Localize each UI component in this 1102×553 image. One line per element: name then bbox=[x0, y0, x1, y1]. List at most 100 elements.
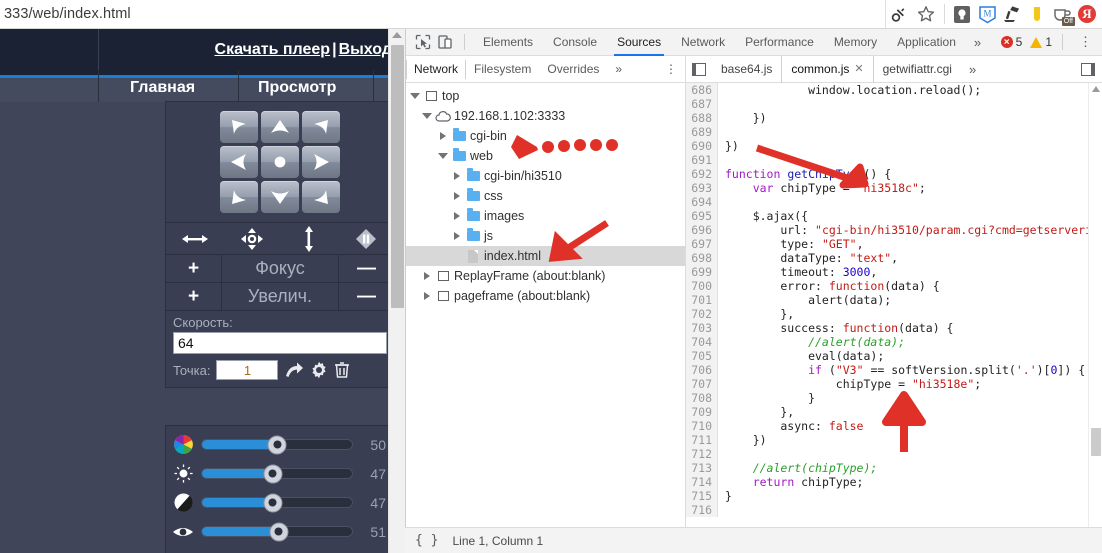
line-number[interactable]: 692 bbox=[686, 167, 718, 181]
focus-minus-button[interactable]: — bbox=[338, 255, 394, 282]
saturation-slider[interactable] bbox=[201, 526, 353, 537]
point-input[interactable] bbox=[216, 360, 278, 380]
twisty-open-icon[interactable] bbox=[420, 113, 434, 119]
page-scrollbar[interactable] bbox=[388, 29, 405, 553]
ptz-down-button[interactable] bbox=[261, 181, 299, 213]
ptz-up-right-button[interactable] bbox=[302, 111, 340, 143]
tab-performance[interactable]: Performance bbox=[735, 29, 824, 56]
line-number[interactable]: 688 bbox=[686, 111, 718, 125]
line-number[interactable]: 691 bbox=[686, 153, 718, 167]
editor-tab-base64[interactable]: base64.js bbox=[712, 56, 781, 83]
zoom-plus-button[interactable]: + bbox=[166, 283, 222, 310]
pretty-print-icon[interactable]: { } bbox=[415, 533, 438, 548]
tree-node-cgi-bin-hi3510[interactable]: cgi-bin/hi3510 bbox=[406, 166, 685, 186]
lastpass-icon[interactable] bbox=[950, 1, 974, 27]
device-toolbar-icon[interactable] bbox=[434, 31, 456, 53]
line-number[interactable]: 712 bbox=[686, 447, 718, 461]
code-vertical-scrollbar[interactable] bbox=[1088, 83, 1102, 539]
line-number[interactable]: 706 bbox=[686, 363, 718, 377]
code-vscroll-thumb[interactable] bbox=[1091, 428, 1101, 456]
line-number[interactable]: 698 bbox=[686, 251, 718, 265]
scroll-tabs-left-icon[interactable] bbox=[686, 63, 712, 76]
speed-input[interactable] bbox=[173, 332, 387, 354]
goto-arrow-icon[interactable] bbox=[284, 361, 304, 379]
vertical-scan-icon[interactable] bbox=[280, 226, 337, 252]
tab-sources[interactable]: Sources bbox=[607, 29, 671, 56]
color-slider-knob[interactable] bbox=[268, 435, 287, 454]
download-player-link[interactable]: Скачать плеер bbox=[215, 41, 331, 58]
star-icon[interactable] bbox=[913, 1, 939, 27]
nav-tab-network[interactable]: Network bbox=[406, 56, 466, 83]
ptz-right-button[interactable] bbox=[302, 146, 340, 178]
key-icon[interactable] bbox=[886, 1, 912, 27]
scroll-up-arrow-icon[interactable] bbox=[392, 32, 402, 38]
navigator-menu-icon[interactable]: ⋮ bbox=[657, 56, 685, 83]
tab-application[interactable]: Application bbox=[887, 29, 966, 56]
line-number[interactable]: 707 bbox=[686, 377, 718, 391]
line-number[interactable]: 713 bbox=[686, 461, 718, 475]
devtools-menu-icon[interactable]: ⋮ bbox=[1073, 34, 1098, 50]
ptz-up-button[interactable] bbox=[261, 111, 299, 143]
line-number[interactable]: 716 bbox=[686, 503, 718, 517]
ptz-center-button[interactable] bbox=[261, 146, 299, 178]
tree-node-js[interactable]: js bbox=[406, 226, 685, 246]
line-number[interactable]: 703 bbox=[686, 321, 718, 335]
tree-node-css[interactable]: css bbox=[406, 186, 685, 206]
line-number[interactable]: 693 bbox=[686, 181, 718, 195]
line-number[interactable]: 704 bbox=[686, 335, 718, 349]
logout-link[interactable]: Выход bbox=[339, 41, 392, 58]
tab-console[interactable]: Console bbox=[543, 29, 607, 56]
contrast-slider-knob[interactable] bbox=[263, 493, 282, 512]
ptz-down-right-button[interactable] bbox=[302, 181, 340, 213]
close-icon[interactable]: ✕ bbox=[854, 56, 863, 83]
line-number[interactable]: 687 bbox=[686, 97, 718, 111]
coffee-off-icon[interactable]: Off bbox=[1050, 1, 1074, 27]
twisty-closed-icon[interactable] bbox=[450, 212, 464, 220]
adblock-icon[interactable] bbox=[1025, 1, 1049, 27]
line-number[interactable]: 710 bbox=[686, 419, 718, 433]
twisty-closed-icon[interactable] bbox=[450, 192, 464, 200]
nav-item-home[interactable]: Главная bbox=[130, 79, 195, 97]
lamp-icon[interactable] bbox=[1000, 1, 1024, 27]
line-number[interactable]: 702 bbox=[686, 307, 718, 321]
tab-elements[interactable]: Elements bbox=[473, 29, 543, 56]
warning-count-badge[interactable]: 1 bbox=[1030, 35, 1052, 49]
color-slider[interactable] bbox=[201, 439, 353, 450]
twisty-closed-icon[interactable] bbox=[420, 272, 434, 280]
line-number[interactable]: 708 bbox=[686, 391, 718, 405]
horizontal-scan-icon[interactable] bbox=[166, 232, 223, 246]
line-number[interactable]: 705 bbox=[686, 349, 718, 363]
zoom-minus-button[interactable]: — bbox=[338, 283, 394, 310]
twisty-closed-icon[interactable] bbox=[450, 232, 464, 240]
page-scrollbar-thumb[interactable] bbox=[391, 45, 404, 308]
editor-tab-getwifiattr[interactable]: getwifiattr.cgi bbox=[874, 56, 961, 83]
twisty-open-icon[interactable] bbox=[436, 153, 450, 159]
tree-node-images[interactable]: images bbox=[406, 206, 685, 226]
editor-tab-common[interactable]: common.js ✕ bbox=[781, 56, 873, 83]
twisty-closed-icon[interactable] bbox=[420, 292, 434, 300]
auto-pan-icon[interactable] bbox=[223, 228, 280, 250]
delete-trash-icon[interactable] bbox=[334, 361, 350, 379]
tree-node-web[interactable]: web bbox=[406, 146, 685, 166]
pause-icon[interactable] bbox=[337, 228, 394, 250]
tab-network[interactable]: Network bbox=[671, 29, 735, 56]
line-number[interactable]: 696 bbox=[686, 223, 718, 237]
line-number[interactable]: 714 bbox=[686, 475, 718, 489]
nav-tab-overrides[interactable]: Overrides bbox=[539, 56, 607, 83]
editor-tabs-more-icon[interactable]: » bbox=[961, 62, 984, 77]
brightness-slider-knob[interactable] bbox=[263, 464, 282, 483]
yandex-icon[interactable]: Я bbox=[1075, 1, 1099, 27]
line-number[interactable]: 689 bbox=[686, 125, 718, 139]
ptz-down-left-button[interactable] bbox=[220, 181, 258, 213]
line-number[interactable]: 695 bbox=[686, 209, 718, 223]
saturation-slider-knob[interactable] bbox=[269, 522, 288, 541]
nav-tabs-more-icon[interactable]: » bbox=[607, 56, 630, 83]
line-number[interactable]: 700 bbox=[686, 279, 718, 293]
code-editor[interactable]: 686 window.location.reload();687688 })68… bbox=[686, 83, 1102, 553]
twisty-closed-icon[interactable] bbox=[450, 172, 464, 180]
error-count-badge[interactable]: × 5 bbox=[1001, 35, 1023, 49]
scroll-up-arrow-icon[interactable] bbox=[1092, 86, 1100, 92]
tree-node-host[interactable]: 192.168.1.102:3333 bbox=[406, 106, 685, 126]
inspect-element-icon[interactable] bbox=[412, 31, 434, 53]
contrast-slider[interactable] bbox=[201, 497, 353, 508]
